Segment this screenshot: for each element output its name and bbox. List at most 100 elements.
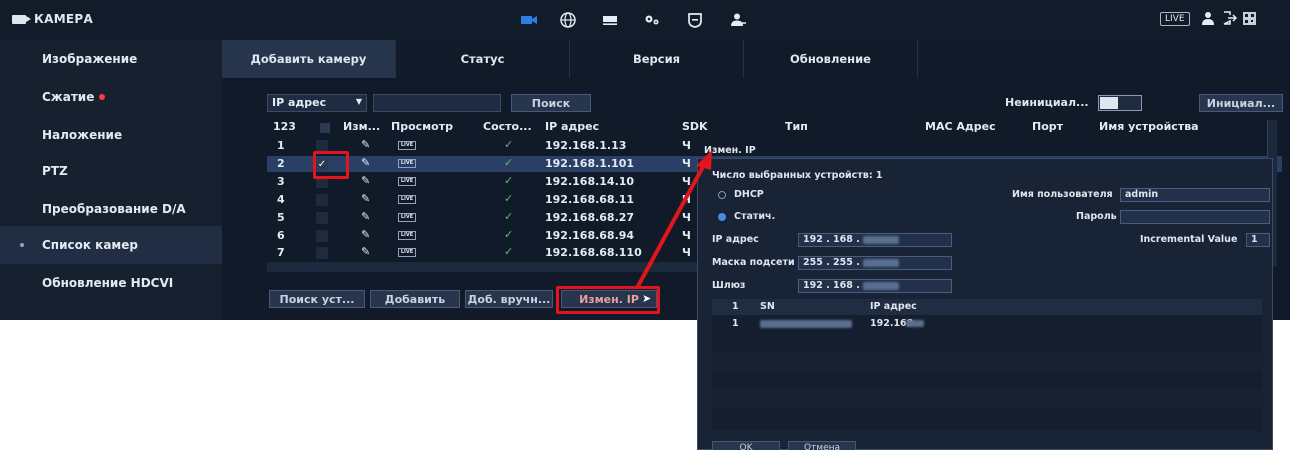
initialize-button[interactable]: Инициал... [1199, 94, 1283, 112]
row-checkbox[interactable] [316, 230, 328, 242]
row-ip: 192.168.1.101 [545, 157, 635, 170]
storage-icon[interactable] [598, 11, 622, 29]
add-manually-button[interactable]: Доб. вручн... [465, 290, 553, 308]
row-sdk: Ч [682, 139, 691, 152]
table-header: 123 Изм... Просмотр Состо... IP адрес SD… [267, 120, 1282, 136]
status-ok-icon: ✓ [504, 245, 514, 258]
col-ip: IP адрес [545, 120, 600, 133]
camera-icon[interactable] [517, 11, 541, 29]
incremental-field[interactable]: 1 [1246, 233, 1270, 247]
password-field[interactable] [1120, 210, 1270, 224]
selected-count-label: Число выбранных устройств: 1 [712, 170, 883, 181]
ip-field[interactable]: 192 . 168 . [798, 233, 952, 247]
edit-icon[interactable]: ✎ [361, 138, 370, 151]
status-ok-icon: ✓ [504, 156, 514, 169]
col-device-name: Имя устройства [1099, 120, 1199, 133]
edit-icon[interactable]: ✎ [361, 245, 370, 258]
edit-icon[interactable]: ✎ [361, 156, 370, 169]
edit-icon[interactable]: ✎ [361, 228, 370, 241]
table-row[interactable]: 1 ✎ LIVE ✓ 192.168.1.13 Ч [267, 138, 1282, 154]
add-button[interactable]: Добавить [370, 290, 460, 308]
row-checkbox[interactable] [316, 247, 328, 259]
select-all-checkbox[interactable] [320, 123, 330, 133]
masked-value [863, 235, 900, 244]
user-icon[interactable] [1201, 11, 1215, 29]
alert-dot-icon [99, 94, 106, 100]
edit-icon[interactable]: ✎ [361, 174, 370, 187]
sidebar-item-overlay[interactable]: Наложение [0, 116, 222, 154]
search-input[interactable] [373, 94, 501, 112]
sidebar-item-camera-list[interactable]: Список камер [0, 226, 222, 264]
list-stripe [712, 389, 1262, 407]
row-number: 2 [277, 157, 285, 170]
security-icon[interactable] [683, 11, 707, 29]
search-button[interactable]: Поиск [511, 94, 591, 112]
list-item[interactable]: 1 192.168 [712, 315, 1262, 333]
sidebar: Изображение Сжатие Наложение PTZ Преобра… [0, 40, 222, 320]
search-devices-button[interactable]: Поиск уст... [269, 290, 365, 308]
static-radio[interactable] [718, 213, 726, 221]
row-ip: 192.168.1.13 [545, 139, 627, 152]
live-preview-icon[interactable]: LIVE [398, 248, 416, 257]
sidebar-item-ptz[interactable]: PTZ [0, 152, 222, 190]
sidebar-item-compression[interactable]: Сжатие [0, 78, 222, 116]
qr-icon[interactable] [1243, 12, 1256, 29]
edit-icon[interactable]: ✎ [361, 210, 370, 223]
app-title: КАМЕРА [34, 12, 94, 26]
password-label: Пароль [1076, 211, 1117, 222]
edit-icon[interactable]: ✎ [361, 192, 370, 205]
live-view-button[interactable]: LIVE [1160, 12, 1190, 26]
row-number: 3 [277, 175, 285, 188]
row-sdk: Ч [682, 175, 691, 188]
username-field[interactable]: admin [1120, 188, 1270, 202]
subnet-mask-value: 255 . 255 . [803, 257, 860, 268]
system-icon[interactable] [640, 11, 664, 29]
uninitialized-label: Неинициал... [1005, 96, 1089, 109]
live-preview-icon[interactable]: LIVE [398, 177, 416, 186]
row-sdk: Ч [682, 211, 691, 224]
col-port: Порт [1032, 120, 1064, 133]
row-number: 1 [277, 139, 285, 152]
live-preview-icon[interactable]: LIVE [398, 195, 416, 204]
live-preview-icon[interactable]: LIVE [398, 141, 416, 150]
list-item-number: 1 [732, 318, 739, 329]
sidebar-item-label: Наложение [42, 128, 123, 142]
table-scrollbar-horizontal[interactable] [267, 262, 702, 272]
sidebar-item-label: PTZ [42, 164, 68, 178]
col-type: Тип [785, 120, 808, 133]
uninitialized-toggle[interactable] [1098, 95, 1142, 111]
sidebar-item-da-conversion[interactable]: Преобразование D/A [0, 190, 222, 228]
live-preview-icon[interactable]: LIVE [398, 213, 416, 222]
toggle-knob [1100, 97, 1118, 109]
live-preview-icon[interactable]: LIVE [398, 159, 416, 168]
search-filter-value: IP адрес [272, 96, 327, 109]
ip-label: IP адрес [712, 234, 759, 245]
tab-add-camera[interactable]: Добавить камеру [222, 40, 396, 78]
subnet-mask-field[interactable]: 255 . 255 . [798, 256, 952, 270]
cancel-button[interactable]: Отмена [788, 441, 856, 450]
mouse-cursor-icon: ➤ [642, 292, 652, 305]
status-ok-icon: ✓ [504, 210, 514, 223]
list-stripe [712, 353, 1262, 371]
sidebar-item-hdcvi-update[interactable]: Обновление HDCVI [0, 264, 222, 302]
tab-update[interactable]: Обновление [744, 40, 918, 78]
top-bar: КАМЕРА LIVE [0, 0, 1290, 40]
tab-version[interactable]: Версия [570, 40, 744, 78]
gateway-field[interactable]: 192 . 168 . [798, 279, 952, 293]
search-filter-select[interactable]: IP адрес ▼ [267, 94, 367, 112]
active-bullet-icon [20, 243, 24, 247]
ok-button[interactable]: OK [712, 441, 780, 450]
sidebar-item-image[interactable]: Изображение [0, 40, 222, 78]
row-checkbox[interactable] [316, 212, 328, 224]
network-icon[interactable] [556, 11, 580, 29]
account-icon[interactable] [726, 11, 750, 29]
highlight-selected-checkbox [313, 151, 349, 179]
list-col-sn: SN [760, 301, 775, 312]
dhcp-radio[interactable] [718, 191, 726, 199]
logout-icon[interactable] [1222, 11, 1238, 29]
row-sdk: Ч [682, 193, 691, 206]
col-edit: Изм... [343, 120, 381, 133]
live-preview-icon[interactable]: LIVE [398, 231, 416, 240]
row-checkbox[interactable] [316, 194, 328, 206]
tab-status[interactable]: Статус [396, 40, 570, 78]
